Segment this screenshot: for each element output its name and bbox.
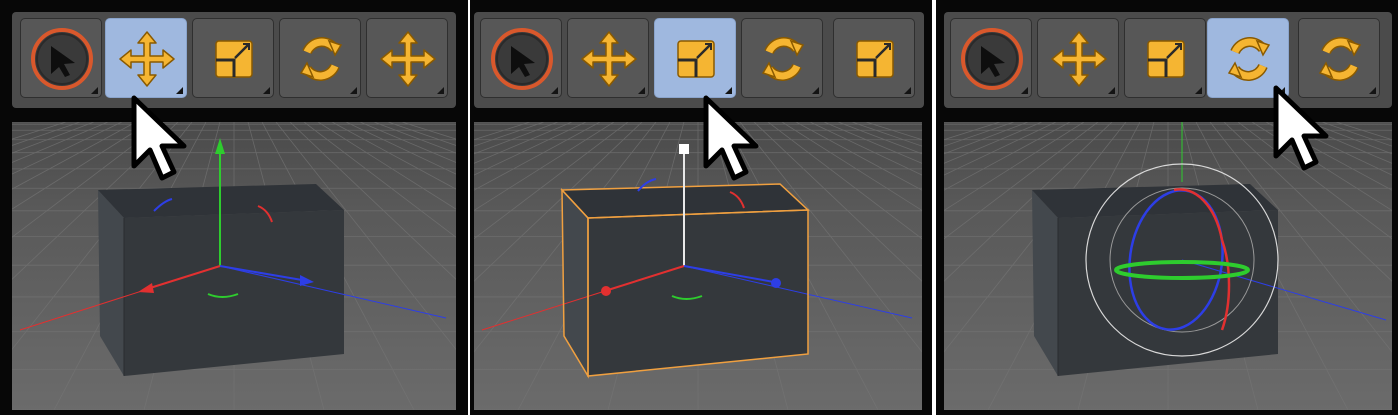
submenu-corner-icon — [1021, 87, 1028, 94]
tool-button-recent[interactable] — [833, 18, 915, 98]
submenu-corner-icon — [551, 87, 558, 94]
mouse-cursor-icon — [703, 95, 759, 181]
submenu-corner-icon — [1369, 87, 1376, 94]
panel-scale-tool — [470, 0, 932, 415]
toolbar — [12, 12, 456, 108]
submenu-corner-icon — [350, 87, 357, 94]
submenu-corner-icon — [1108, 87, 1115, 94]
tool-button-scale[interactable] — [1124, 18, 1206, 98]
viewport-3d[interactable] — [12, 122, 456, 410]
cube-object — [1032, 184, 1278, 376]
tool-button-rotate[interactable] — [279, 18, 361, 98]
tool-button-move[interactable] — [567, 18, 649, 98]
tool-button-recent[interactable] — [366, 18, 448, 98]
submenu-corner-icon — [437, 87, 444, 94]
tool-button-scale[interactable] — [654, 18, 736, 98]
mouse-cursor-icon — [1273, 85, 1329, 171]
tool-button-select[interactable] — [480, 18, 562, 98]
submenu-corner-icon — [812, 87, 819, 94]
scene-render — [12, 122, 456, 410]
panel-rotate-tool — [936, 0, 1398, 415]
submenu-corner-icon — [91, 87, 98, 94]
tool-button-move[interactable] — [1037, 18, 1119, 98]
tool-button-move[interactable] — [105, 18, 187, 98]
submenu-corner-icon — [263, 87, 270, 94]
panel-move-tool — [0, 0, 468, 415]
submenu-corner-icon — [1195, 87, 1202, 94]
submenu-corner-icon — [638, 87, 645, 94]
tool-button-select[interactable] — [950, 18, 1032, 98]
tool-button-scale[interactable] — [192, 18, 274, 98]
submenu-corner-icon — [904, 87, 911, 94]
mouse-cursor-icon — [131, 95, 187, 181]
tool-button-rotate[interactable] — [741, 18, 823, 98]
tool-button-select[interactable] — [20, 18, 102, 98]
